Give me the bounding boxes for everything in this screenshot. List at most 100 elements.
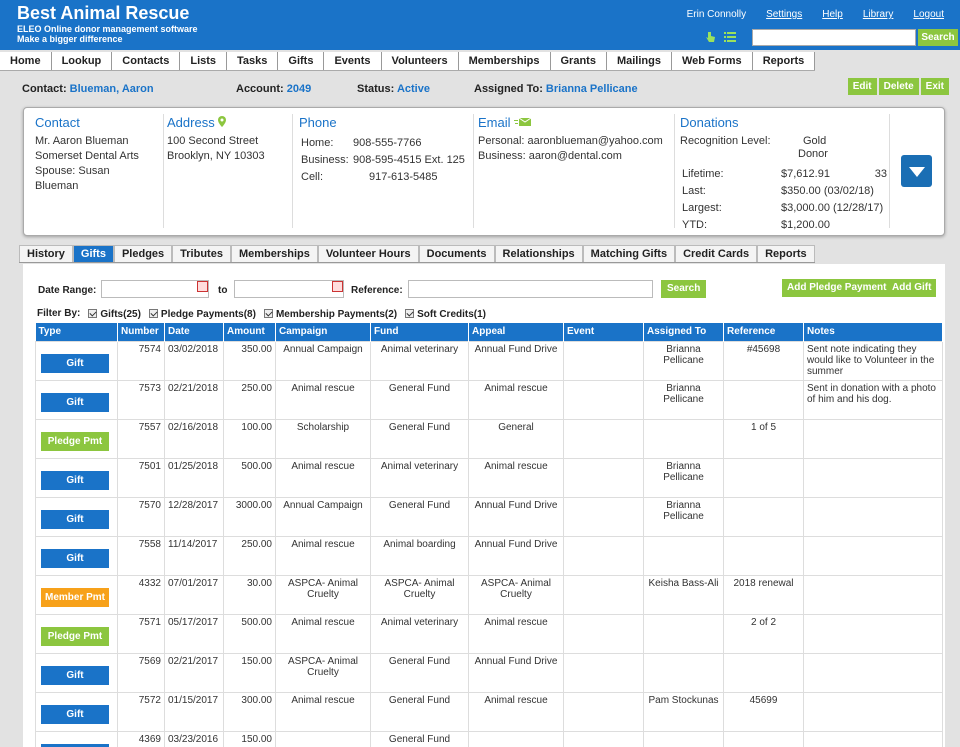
email-line[interactable]: Business: aaron@dental.com [478, 149, 672, 164]
nav-volunteers[interactable]: Volunteers [382, 52, 459, 70]
email-line[interactable]: Personal: aaronblueman@yahoo.com [478, 134, 672, 149]
nav-grants[interactable]: Grants [551, 52, 607, 70]
tab-gifts[interactable]: Gifts [72, 245, 114, 262]
nav-mailings[interactable]: Mailings [607, 52, 672, 70]
table-row[interactable]: Gift 7570 12/28/2017 3000.00 Annual Campaign… [35, 496, 943, 537]
column-header-notes[interactable]: Notes [803, 323, 943, 341]
edit-button[interactable]: Edit [847, 78, 877, 95]
nav-contacts[interactable]: Contacts [112, 52, 181, 70]
filter-checkbox-membership-payments[interactable]: Membership Payments(2) [263, 308, 397, 320]
type-button-gift[interactable]: Gift [41, 509, 109, 529]
nav-memberships[interactable]: Memberships [459, 52, 551, 70]
assigned-value[interactable]: Brianna Pellicane [546, 83, 638, 95]
tab-volunteer-hours[interactable]: Volunteer Hours [317, 245, 419, 262]
tab-credit-cards[interactable]: Credit Cards [675, 245, 758, 262]
delete-button[interactable]: Delete [878, 78, 919, 95]
cell-assigned-to [643, 730, 724, 747]
table-row[interactable]: Gift 7501 01/25/2018 500.00 Animal rescue Ani… [35, 457, 943, 498]
cell-amount: 150.00 [223, 652, 276, 693]
cell-reference [723, 496, 804, 537]
table-row[interactable]: Pledge Pmt 7557 02/16/2018 100.00 Scholarshi… [35, 418, 943, 459]
tab-reports[interactable]: Reports [757, 245, 815, 262]
date-to-label: to [218, 285, 228, 296]
cell-fund: General Fund [370, 652, 469, 693]
type-button-gift[interactable]: Gift [41, 353, 109, 373]
table-row[interactable]: Member Pmt 4332 07/01/2017 30.00 ASPCA- Anim… [35, 574, 943, 615]
hand-pointer-icon[interactable] [704, 31, 716, 43]
type-button-gift[interactable]: Gift [41, 548, 109, 568]
column-header-amount[interactable]: Amount [223, 323, 276, 341]
type-button-gift[interactable]: Gift [41, 392, 109, 412]
global-search-input[interactable] [752, 29, 916, 46]
table-row[interactable]: Pledge Pmt 7571 05/17/2017 500.00 Animal res… [35, 613, 943, 654]
column-header-fund[interactable]: Fund [370, 323, 469, 341]
nav-reports[interactable]: Reports [753, 52, 816, 70]
column-header-event[interactable]: Event [563, 323, 644, 341]
calendar-icon[interactable] [197, 281, 208, 292]
tab-memberships[interactable]: Memberships [230, 245, 318, 262]
expand-button[interactable] [901, 155, 932, 187]
map-pin-icon[interactable] [218, 116, 227, 127]
nav-tasks[interactable]: Tasks [227, 52, 279, 70]
nav-home[interactable]: Home [0, 52, 52, 70]
nav-events[interactable]: Events [324, 52, 382, 70]
filter-checkbox-soft-credits[interactable]: Soft Credits(1) [405, 308, 486, 320]
library-link[interactable]: Library [863, 9, 894, 20]
column-header-number[interactable]: Number [117, 323, 165, 341]
list-icon[interactable] [724, 32, 736, 42]
tab-relationships[interactable]: Relationships [494, 245, 583, 262]
type-button-pledge-pmt[interactable]: Pledge Pmt [41, 626, 109, 646]
phone-value[interactable]: 908-595-4515 Ext. 125 [353, 153, 465, 168]
phone-value[interactable]: 908-555-7766 [353, 136, 465, 151]
nav-gifts[interactable]: Gifts [278, 52, 325, 70]
filter-checkbox-pledge-payments[interactable]: Pledge Payments(8) [148, 308, 256, 320]
column-header-assigned-to[interactable]: Assigned To [643, 323, 724, 341]
app-title[interactable]: Best Animal Rescue [17, 3, 189, 23]
add-pledge-payment-button[interactable]: Add Pledge Payment [782, 279, 892, 297]
table-row[interactable]: Gift 7572 01/15/2017 300.00 Animal rescue Gen… [35, 691, 943, 732]
contact-name[interactable]: Blueman, Aaron [70, 83, 154, 95]
help-link[interactable]: Help [822, 9, 843, 20]
filter-checkbox-gifts[interactable]: Gifts(25) [88, 308, 141, 320]
date-from-input[interactable] [101, 280, 209, 298]
cell-campaign: Animal rescue [275, 457, 371, 498]
logout-link[interactable]: Logout [913, 9, 944, 20]
table-row[interactable]: Gift 436903/23/2016150.00 General Fund [35, 730, 943, 747]
add-gift-button[interactable]: Add Gift [887, 279, 937, 297]
date-to-input[interactable] [234, 280, 344, 298]
tab-history[interactable]: History [19, 245, 73, 262]
nav-lookup[interactable]: Lookup [52, 52, 113, 70]
type-button-gift[interactable]: Gift [41, 665, 109, 685]
type-button-gift[interactable]: Gift [41, 743, 109, 747]
tab-documents[interactable]: Documents [418, 245, 495, 262]
tab-pledges[interactable]: Pledges [113, 245, 173, 262]
phone-value[interactable]: 917-613-5485 [353, 170, 465, 185]
table-row[interactable]: Gift 7569 02/21/2017 150.00 ASPCA- Animal Cr… [35, 652, 943, 693]
global-search-button[interactable]: Search [918, 29, 958, 46]
nav-web-forms[interactable]: Web Forms [672, 52, 753, 70]
cell-reference: 1 of 5 [723, 418, 804, 459]
type-button-gift[interactable]: Gift [41, 470, 109, 490]
table-row[interactable]: Gift 7573 02/21/2018 250.00 Animal rescue Gen… [35, 379, 943, 420]
type-button-gift[interactable]: Gift [41, 704, 109, 724]
column-header-appeal[interactable]: Appeal [468, 323, 564, 341]
tab-matching-gifts[interactable]: Matching Gifts [582, 245, 676, 262]
filter-search-button[interactable]: Search [661, 280, 707, 298]
tab-tributes[interactable]: Tributes [172, 245, 231, 262]
type-button-pledge-pmt[interactable]: Pledge Pmt [41, 431, 109, 451]
column-header-campaign[interactable]: Campaign [275, 323, 371, 341]
envelope-icon[interactable] [514, 117, 532, 127]
column-header-date[interactable]: Date [164, 323, 224, 341]
type-button-member-pmt[interactable]: Member Pmt [41, 587, 109, 607]
table-row[interactable]: Gift 7574 03/02/2018 350.00 Annual Campaign A… [35, 340, 943, 381]
nav-lists[interactable]: Lists [180, 52, 228, 70]
table-row[interactable]: Gift 7558 11/14/2017 250.00 Animal rescue Ani… [35, 535, 943, 576]
cell-event [563, 574, 644, 615]
settings-link[interactable]: Settings [766, 9, 802, 20]
exit-button[interactable]: Exit [920, 78, 949, 95]
contact-line: Somerset Dental Arts [35, 150, 139, 162]
column-header-type[interactable]: Type [35, 323, 118, 341]
column-header-reference[interactable]: Reference [723, 323, 804, 341]
reference-input[interactable] [408, 280, 653, 298]
calendar-icon[interactable] [332, 281, 343, 292]
